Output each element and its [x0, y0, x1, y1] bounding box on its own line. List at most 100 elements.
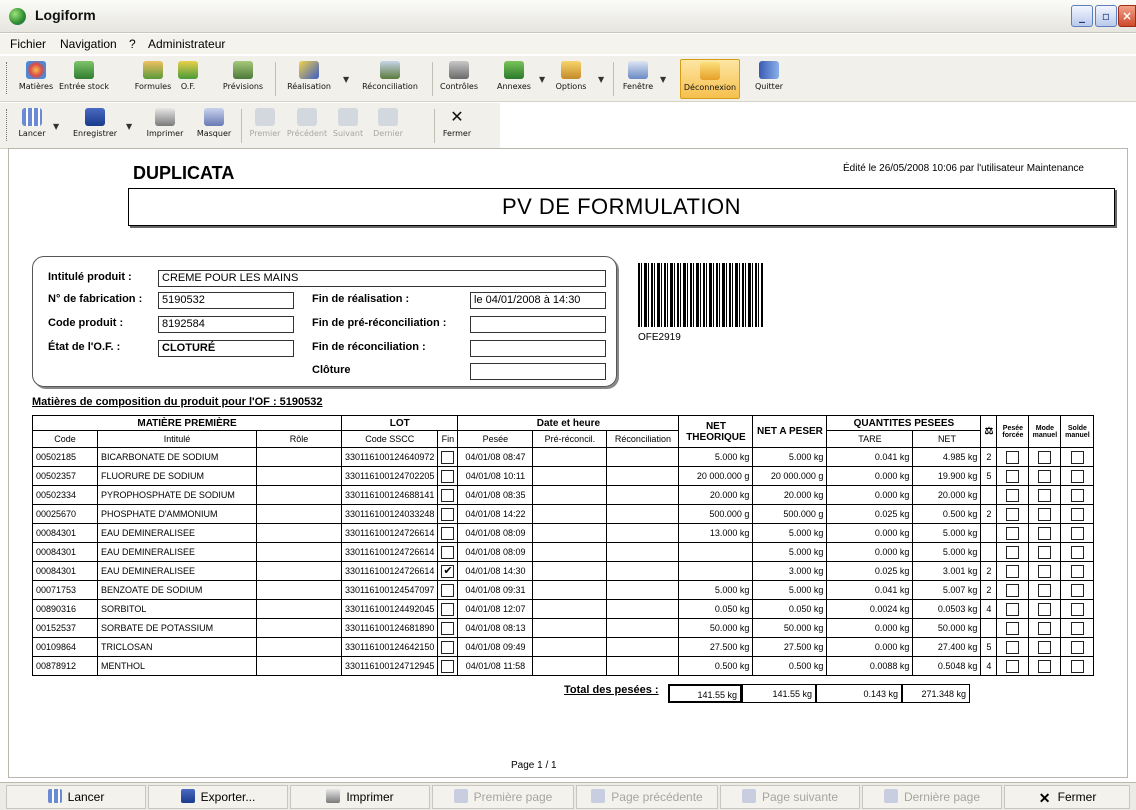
key-icon	[700, 62, 720, 80]
menu-help[interactable]: ?	[129, 37, 136, 51]
fin-checkbox[interactable]	[441, 469, 455, 483]
enregistrer-dropdown-icon[interactable]: ▼	[126, 122, 132, 131]
mode-manuel-checkbox[interactable]	[1038, 469, 1052, 483]
fermer-bottom-button[interactable]: ✕ Fermer	[1004, 785, 1130, 809]
solde-manuel-checkbox[interactable]	[1070, 469, 1084, 483]
solde-manuel-checkbox[interactable]	[1070, 640, 1084, 654]
pesee-forcee-checkbox[interactable]	[1006, 545, 1020, 559]
mode-manuel-checkbox[interactable]	[1038, 545, 1052, 559]
fin-checkbox[interactable]: ✔	[441, 564, 455, 578]
mode-manuel-checkbox[interactable]	[1038, 602, 1052, 616]
pesee-forcee-checkbox[interactable]	[1006, 564, 1020, 578]
fin-checkbox[interactable]	[441, 640, 455, 654]
fin-checkbox[interactable]	[441, 507, 455, 521]
premier-button[interactable]: Premier	[247, 106, 283, 146]
fenetre-dropdown-icon[interactable]: ▼	[660, 75, 666, 84]
menu-navigation[interactable]: Navigation	[60, 37, 117, 51]
mode-manuel-checkbox[interactable]	[1038, 583, 1052, 597]
pesee-forcee-header: Pesée forcée	[996, 415, 1030, 448]
pesee-forcee-checkbox[interactable]	[1006, 583, 1020, 597]
options-button[interactable]: Options	[553, 59, 589, 99]
page-suivante-button[interactable]: Page suivante	[720, 785, 860, 809]
solde-manuel-checkbox[interactable]	[1070, 488, 1084, 502]
fenetre-button[interactable]: Fenêtre	[620, 59, 656, 99]
toolbar-grip[interactable]	[6, 109, 9, 141]
masquer-button[interactable]: Masquer	[193, 106, 235, 146]
solde-manuel-checkbox[interactable]	[1070, 526, 1084, 540]
mode-manuel-checkbox[interactable]	[1038, 507, 1052, 521]
of-button[interactable]: O.F.	[176, 59, 200, 99]
fin-checkbox[interactable]	[441, 659, 455, 673]
pesee-forcee-checkbox[interactable]	[1006, 602, 1020, 616]
mode-manuel-checkbox[interactable]	[1038, 488, 1052, 502]
minimize-button[interactable]: _	[1071, 5, 1093, 27]
entree-stock-button[interactable]: Entrée stock	[58, 59, 110, 99]
solde-manuel-checkbox[interactable]	[1070, 564, 1084, 578]
premiere-page-button[interactable]: Première page	[432, 785, 574, 809]
annexes-button[interactable]: Annexes	[496, 59, 532, 99]
lancer-button[interactable]: Lancer	[18, 106, 46, 146]
menu-fichier[interactable]: Fichier	[10, 37, 46, 51]
reconciliation-button[interactable]: Réconciliation	[360, 59, 420, 99]
fin-checkbox[interactable]	[441, 450, 455, 464]
fin-checkbox[interactable]	[441, 621, 455, 635]
pesee-forcee-checkbox[interactable]	[1006, 450, 1020, 464]
intitule-field: CREME POUR LES MAINS	[158, 270, 606, 287]
imprimer-bottom-button[interactable]: Imprimer	[290, 785, 430, 809]
solde-manuel-checkbox[interactable]	[1070, 602, 1084, 616]
solde-manuel-checkbox[interactable]	[1070, 583, 1084, 597]
quitter-button[interactable]: Quitter	[752, 59, 786, 99]
fermer-button[interactable]: ✕ Fermer	[440, 106, 474, 146]
menu-administrateur[interactable]: Administrateur	[148, 37, 225, 51]
imprimer-button[interactable]: Imprimer	[145, 106, 185, 146]
toolbar-grip[interactable]	[6, 62, 9, 94]
mode-manuel-checkbox[interactable]	[1038, 450, 1052, 464]
fin-checkbox[interactable]	[441, 526, 455, 540]
lancer-bottom-button[interactable]: Lancer	[6, 785, 146, 809]
solde-manuel-checkbox[interactable]	[1070, 507, 1084, 521]
derniere-page-button[interactable]: Dernière page	[862, 785, 1002, 809]
lancer-dropdown-icon[interactable]: ▼	[53, 122, 59, 131]
realisation-button[interactable]: Réalisation	[286, 59, 332, 99]
cell-fin: ✔	[437, 561, 459, 581]
toolbar-separator	[241, 109, 242, 143]
formules-button[interactable]: Formules	[133, 59, 173, 99]
pesee-forcee-checkbox[interactable]	[1006, 659, 1020, 673]
solde-manuel-checkbox[interactable]	[1070, 659, 1084, 673]
suivant-button[interactable]: Suivant	[330, 106, 366, 146]
solde-manuel-checkbox[interactable]	[1070, 621, 1084, 635]
close-button[interactable]: ×	[1118, 5, 1136, 27]
cell-role	[256, 580, 342, 600]
mode-manuel-checkbox[interactable]	[1038, 621, 1052, 635]
pesee-forcee-checkbox[interactable]	[1006, 621, 1020, 635]
matieres-button[interactable]: Matières	[18, 59, 54, 99]
solde-manuel-checkbox[interactable]	[1070, 545, 1084, 559]
enregistrer-button[interactable]: Enregistrer	[68, 106, 122, 146]
pesee-forcee-checkbox[interactable]	[1006, 469, 1020, 483]
realisation-dropdown-icon[interactable]: ▼	[343, 75, 349, 84]
annexes-dropdown-icon[interactable]: ▼	[539, 75, 545, 84]
mode-manuel-checkbox[interactable]	[1038, 640, 1052, 654]
mode-manuel-checkbox[interactable]	[1038, 526, 1052, 540]
mode-manuel-checkbox[interactable]	[1038, 659, 1052, 673]
solde-manuel-checkbox[interactable]	[1070, 450, 1084, 464]
pesee-forcee-checkbox[interactable]	[1006, 488, 1020, 502]
pesee-forcee-checkbox[interactable]	[1006, 507, 1020, 521]
pesee-forcee-checkbox[interactable]	[1006, 526, 1020, 540]
fin-checkbox[interactable]	[441, 583, 455, 597]
fin-checkbox[interactable]	[441, 602, 455, 616]
dernier-button[interactable]: Dernier	[370, 106, 406, 146]
pesee-forcee-checkbox[interactable]	[1006, 640, 1020, 654]
mode-manuel-checkbox[interactable]	[1038, 564, 1052, 578]
options-dropdown-icon[interactable]: ▼	[598, 75, 604, 84]
fin-checkbox[interactable]	[441, 488, 455, 502]
cell-role	[256, 466, 342, 486]
exporter-button[interactable]: Exporter...	[148, 785, 288, 809]
deconnexion-button[interactable]: Déconnexion	[680, 59, 740, 99]
precedent-button[interactable]: Précédent	[286, 106, 328, 146]
fin-checkbox[interactable]	[441, 545, 455, 559]
controles-button[interactable]: Contrôles	[440, 59, 478, 99]
page-precedente-button[interactable]: Page précédente	[576, 785, 718, 809]
previsions-button[interactable]: Prévisions	[222, 59, 264, 99]
maximize-button[interactable]: ▫	[1095, 5, 1117, 27]
